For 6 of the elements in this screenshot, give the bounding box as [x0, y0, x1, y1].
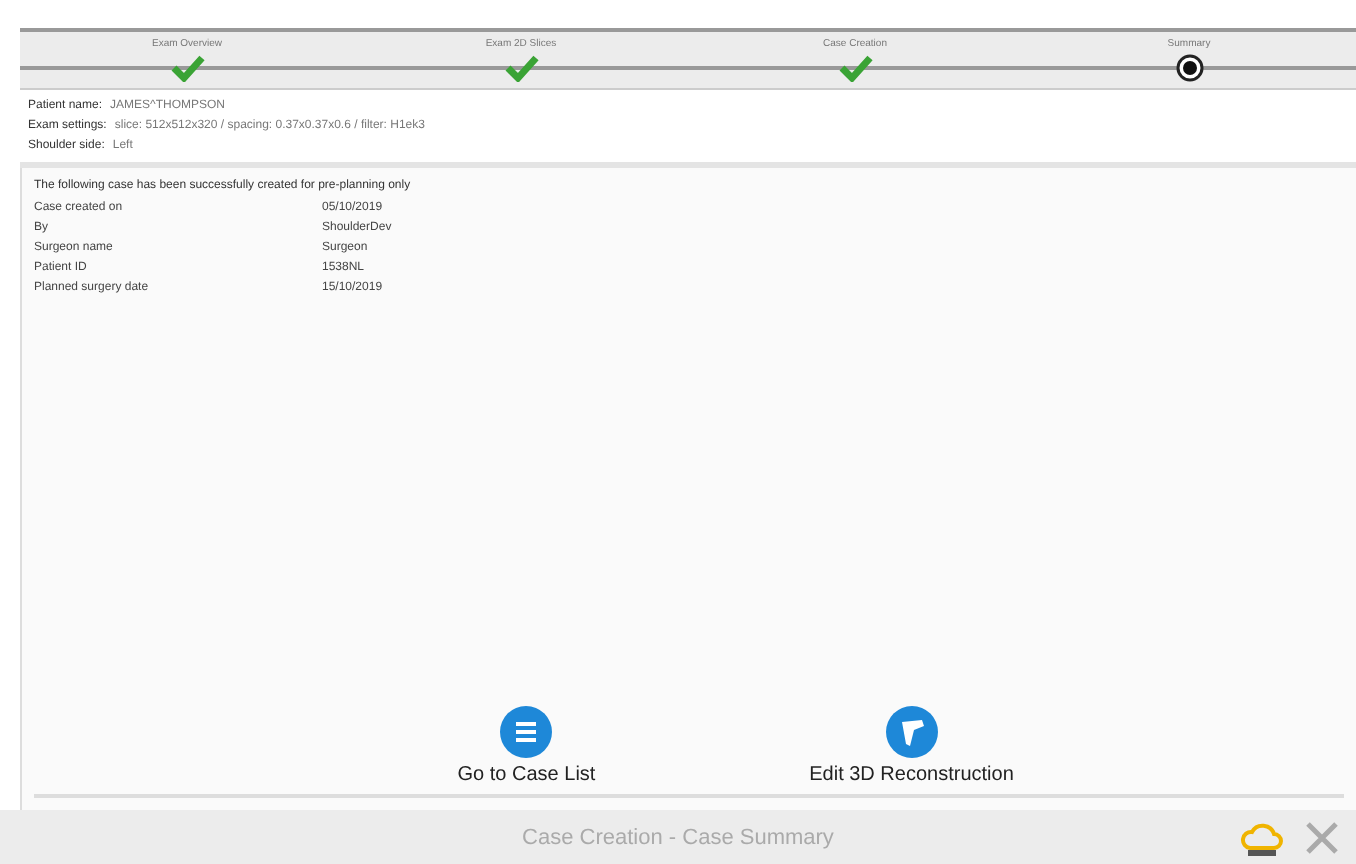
action-button[interactable]: Go to Case List: [356, 702, 697, 790]
cloud-icon[interactable]: [1240, 820, 1284, 856]
action-button[interactable]: Edit 3D Reconstruction: [741, 702, 1082, 790]
list-icon: [500, 706, 553, 758]
bone-icon: [885, 706, 938, 758]
footer-title: Case Creation - Case Summary: [522, 825, 834, 849]
